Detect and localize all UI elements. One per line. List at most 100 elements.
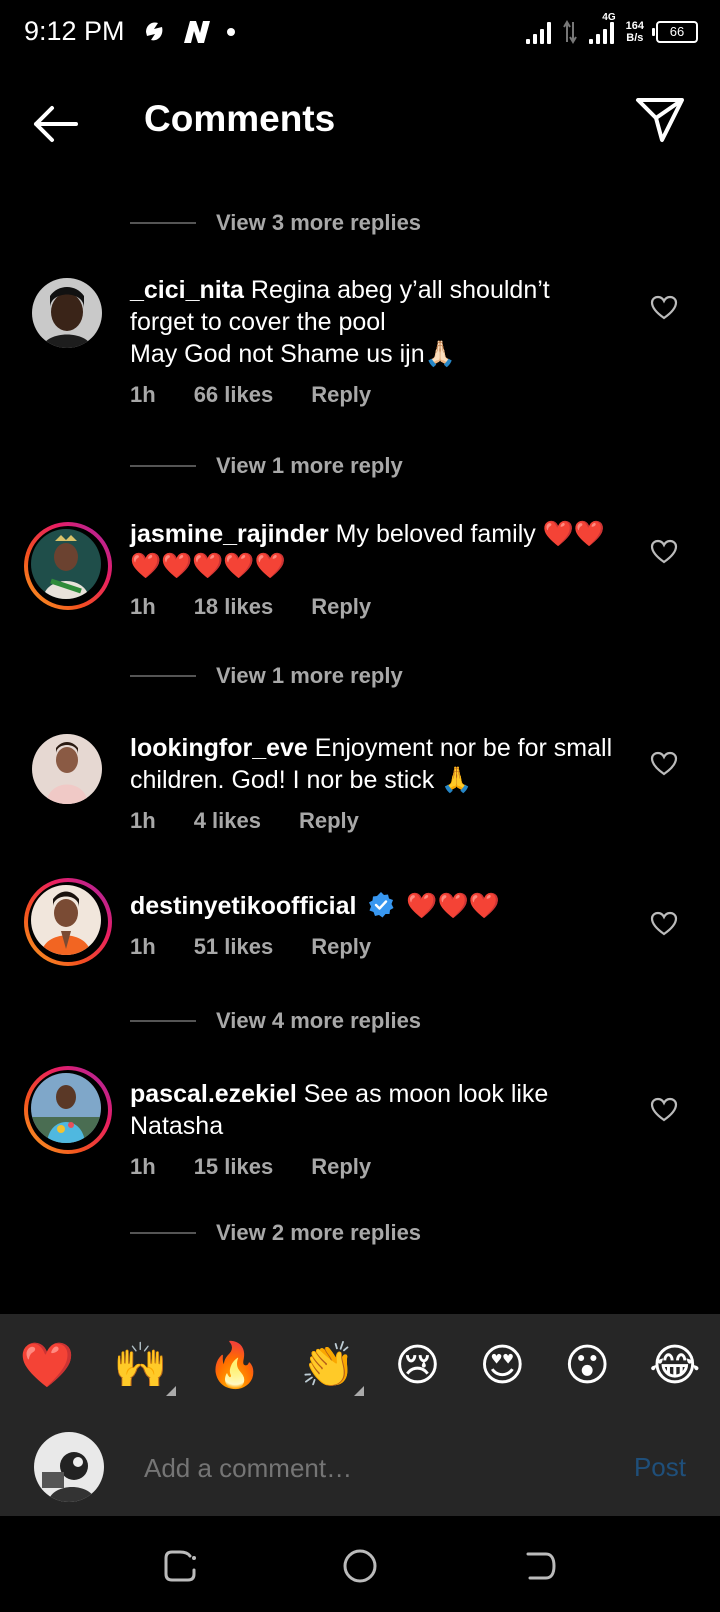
skin-tone-indicator	[166, 1386, 177, 1396]
n-notification-icon	[184, 21, 210, 43]
like-heart-icon[interactable]	[650, 910, 678, 938]
reply-button[interactable]: Reply	[299, 808, 359, 834]
divider	[130, 465, 196, 467]
page-title: Comments	[144, 98, 336, 139]
view-more-replies[interactable]: View 2 more replies	[130, 1213, 421, 1253]
like-heart-icon[interactable]	[650, 294, 678, 322]
direct-message-icon[interactable]	[634, 94, 686, 146]
comment-time: 1h	[130, 594, 156, 619]
comment-likes[interactable]: 18 likes	[194, 594, 274, 620]
view-more-label[interactable]: View 1 more reply	[216, 663, 403, 689]
emoji-glyph: 👏	[300, 1341, 356, 1390]
comment-composer: Post	[0, 1418, 720, 1516]
comment-likes[interactable]: 51 likes	[194, 934, 274, 960]
comment-message: ❤️❤️❤️	[406, 892, 500, 920]
comment-meta: 1h 18 likes Reply	[130, 594, 371, 620]
emoji-raising-hands[interactable]: 🙌	[113, 1340, 177, 1396]
comment-text: pascal.ezekiel See as moon look like Nat…	[130, 1078, 620, 1142]
dot-icon	[227, 28, 235, 36]
recent-apps-icon[interactable]	[160, 1546, 200, 1586]
comment-text: lookingfor_eve Enjoyment nor be for smal…	[130, 732, 620, 796]
emoji-tears-of-joy[interactable]: 😂	[649, 1340, 700, 1392]
emoji-surprised-face[interactable]: 😮	[564, 1340, 610, 1392]
battery-icon: 66	[652, 21, 698, 43]
avatar[interactable]	[31, 529, 101, 599]
divider	[130, 222, 196, 224]
home-icon[interactable]	[340, 1546, 380, 1586]
skin-tone-indicator	[353, 1386, 364, 1396]
divider	[130, 675, 196, 677]
emoji-clapping-hands[interactable]: 👏	[300, 1340, 364, 1396]
comment-likes[interactable]: 66 likes	[194, 382, 274, 408]
story-ring[interactable]	[24, 522, 112, 610]
view-more-replies[interactable]: View 1 more reply	[130, 656, 403, 696]
divider	[130, 1232, 196, 1234]
comment-time: 1h	[130, 934, 156, 959]
reply-button[interactable]: Reply	[311, 594, 371, 620]
comment-username[interactable]: jasmine_rajinder	[130, 520, 329, 548]
comment-time: 1h	[130, 808, 156, 833]
current-user-avatar	[34, 1432, 104, 1502]
comment-time: 1h	[130, 1154, 156, 1179]
story-ring[interactable]	[24, 1066, 112, 1154]
emoji-red-heart[interactable]: ❤️	[19, 1340, 74, 1392]
emoji-crying-face[interactable]: 😢	[395, 1340, 441, 1392]
quick-reaction-bar: ❤️ 🙌 🔥 👏 😢 😍 😮 😂	[0, 1314, 720, 1418]
comment-text: _cici_nita Regina abeg y’all shouldn’t f…	[130, 274, 620, 370]
data-transfer-icon	[562, 20, 577, 44]
status-time: 9:12 PM	[24, 16, 125, 46]
header: Comments	[0, 64, 720, 174]
network-speed-value: 164	[625, 20, 644, 32]
network-speed: 164 B/s	[626, 20, 644, 44]
comment-username[interactable]: lookingfor_eve	[130, 734, 308, 762]
comment-meta: 1h 51 likes Reply	[130, 934, 371, 960]
avatar[interactable]	[31, 885, 101, 955]
comment-meta: 1h 4 likes Reply	[130, 808, 359, 834]
comment-username[interactable]: _cici_nita	[130, 276, 244, 304]
story-ring[interactable]	[24, 878, 112, 966]
emoji-glyph: 🙌	[113, 1341, 169, 1390]
verified-badge-icon	[369, 892, 394, 918]
system-navigation-bar	[0, 1516, 720, 1612]
comments-list[interactable]: View 3 more replies _cici_nita Regina ab…	[0, 174, 720, 1314]
network-speed-unit: B/s	[626, 32, 644, 44]
signal-icon	[525, 20, 551, 44]
network-type: 4G	[602, 12, 616, 23]
comment-input[interactable]	[144, 1448, 604, 1488]
avatar[interactable]	[32, 734, 102, 804]
reply-button[interactable]: Reply	[311, 934, 371, 960]
comment-message-line2: May God not Shame us ijn🙏🏻	[130, 340, 456, 368]
comment-likes[interactable]: 4 likes	[194, 808, 261, 834]
status-bar: 9:12 PM 4G 164 B/s 66	[0, 0, 720, 64]
like-heart-icon[interactable]	[650, 750, 678, 778]
comment-username[interactable]: destinyetikoofficial	[130, 892, 356, 920]
like-heart-icon[interactable]	[650, 1096, 678, 1124]
view-more-replies[interactable]: View 4 more replies	[130, 1001, 421, 1041]
divider	[130, 1020, 196, 1022]
avatar[interactable]	[31, 1073, 101, 1143]
view-more-label[interactable]: View 1 more reply	[216, 453, 403, 479]
comment-likes[interactable]: 15 likes	[194, 1154, 274, 1180]
back-nav-icon[interactable]	[520, 1546, 560, 1586]
view-more-label[interactable]: View 2 more replies	[216, 1220, 421, 1246]
reply-button[interactable]: Reply	[311, 382, 371, 408]
avatar[interactable]	[32, 278, 102, 348]
reply-button[interactable]: Reply	[311, 1154, 371, 1180]
view-more-label[interactable]: View 3 more replies	[216, 210, 421, 236]
view-more-replies[interactable]: View 1 more reply	[130, 446, 403, 486]
back-arrow-icon[interactable]	[28, 96, 84, 152]
app-notification-icon	[146, 22, 163, 41]
comment-meta: 1h 15 likes Reply	[130, 1154, 371, 1180]
emoji-heart-eyes[interactable]: 😍	[479, 1340, 525, 1392]
comment-username[interactable]: pascal.ezekiel	[130, 1080, 297, 1108]
status-indicators: 4G 164 B/s 66	[525, 12, 698, 50]
view-more-replies[interactable]: View 3 more replies	[130, 203, 421, 243]
post-button[interactable]: Post	[634, 1452, 686, 1483]
comment-time: 1h	[130, 382, 156, 407]
view-more-label[interactable]: View 4 more replies	[216, 1008, 421, 1034]
comment-text: destinyetikoofficial ❤️❤️❤️	[130, 890, 620, 922]
like-heart-icon[interactable]	[650, 538, 678, 566]
notification-icons	[142, 14, 236, 50]
comment-text: jasmine_rajinder My beloved family ❤️❤️❤…	[130, 518, 620, 582]
emoji-fire[interactable]: 🔥	[207, 1340, 262, 1392]
